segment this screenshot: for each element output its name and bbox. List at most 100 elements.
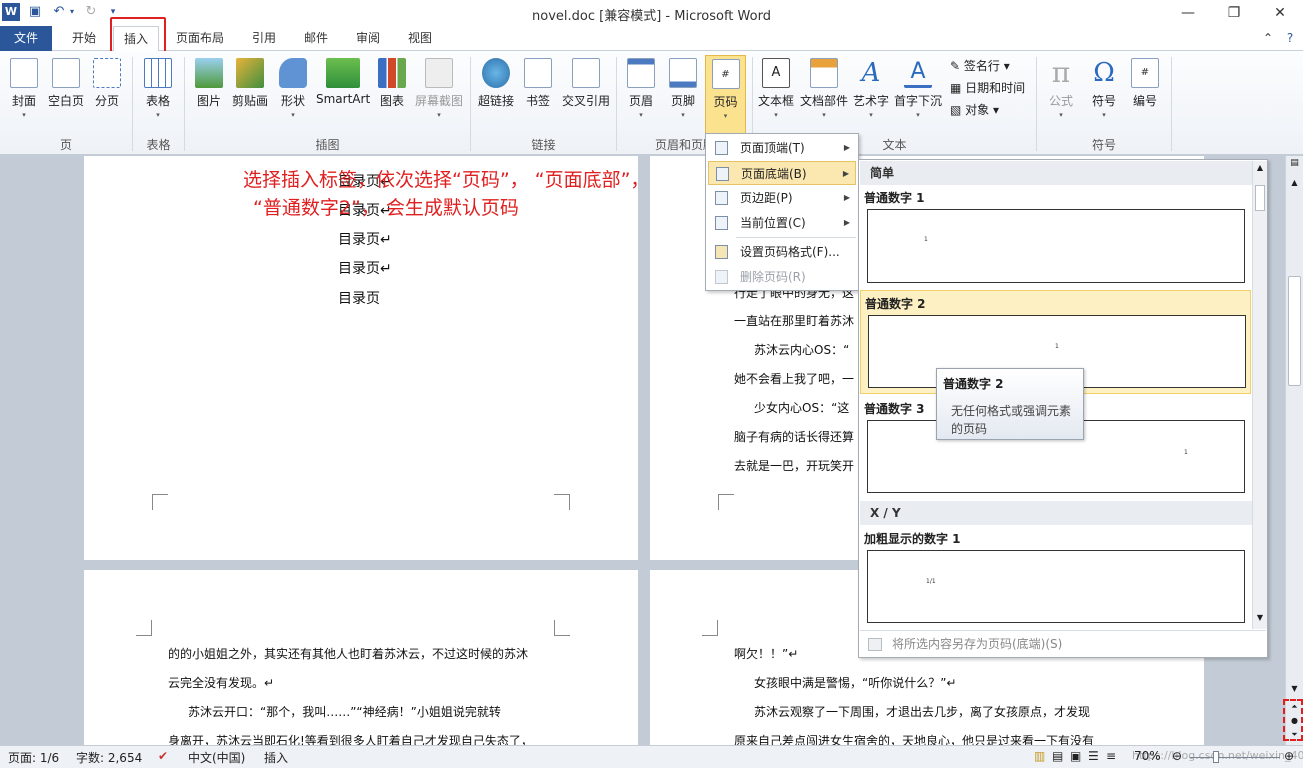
scrollbar-thumb[interactable]: [1288, 276, 1301, 386]
gallery-scrollbar[interactable]: ▲ ▼: [1252, 161, 1267, 629]
language-indicator[interactable]: 中文(中国): [188, 749, 245, 766]
hyperlink-button[interactable]: 超链接: [474, 55, 518, 135]
page-counter[interactable]: 页面: 1/6: [8, 749, 59, 766]
zoom-in-icon[interactable]: ⊕: [1284, 749, 1294, 763]
screenshot-icon: [425, 58, 453, 88]
menu-item-format-page-numbers[interactable]: 设置页码格式(F)...: [708, 240, 856, 264]
tab-mailings[interactable]: 邮件: [292, 26, 340, 51]
cross-reference-button[interactable]: 交叉引用: [558, 55, 614, 135]
smartart-button[interactable]: SmartArt: [316, 55, 370, 135]
ruler-toggle-icon[interactable]: ▤: [1287, 158, 1302, 172]
calendar-icon: ▦: [950, 81, 962, 95]
page-number-button[interactable]: # 页码 ▾: [705, 55, 746, 135]
menu-item-page-margins[interactable]: 页边距(P) ▶: [708, 186, 856, 210]
toc-line: 目录页↵: [338, 261, 392, 277]
annotation-line-1: 选择插入标签，依次选择“页码”， “页面底部”，: [243, 169, 650, 191]
save-to-gallery-icon: [868, 638, 882, 651]
date-time-button[interactable]: ▦ 日期和时间: [950, 79, 1025, 97]
minimize-ribbon-icon[interactable]: ⌃: [1258, 26, 1278, 51]
tab-review[interactable]: 审阅: [344, 26, 392, 51]
zoom-level[interactable]: 70%: [1134, 749, 1161, 763]
scroll-down-icon[interactable]: ▼: [1287, 684, 1302, 698]
footer-icon: [669, 58, 697, 88]
scroll-up-icon[interactable]: ▲: [1254, 163, 1266, 172]
chart-button[interactable]: 图表: [374, 55, 410, 135]
tooltip-body: 无任何格式或强调元素: [951, 404, 1072, 418]
menu-item-top-of-page[interactable]: 页面顶端(T) ▶: [708, 136, 856, 160]
insert-mode-indicator[interactable]: 插入: [264, 749, 288, 766]
header-button[interactable]: 页眉 ▾: [622, 55, 660, 135]
gallery-item-bold-number-1[interactable]: 加粗显示的数字 1 1/1: [860, 526, 1251, 630]
zoom-slider-thumb[interactable]: [1213, 751, 1219, 763]
annotation-text: 选择插入标签，依次选择“页码”， “页面底部”， “普通数字2”， 会生成默认页…: [243, 166, 649, 222]
proofing-icon[interactable]: ✔: [158, 749, 168, 763]
scroll-down-icon[interactable]: ▼: [1254, 613, 1266, 622]
footer-button[interactable]: 页脚 ▾: [664, 55, 702, 135]
equation-button[interactable]: π 公式 ▾: [1042, 55, 1080, 135]
cover-page-button[interactable]: 封面 ▾: [6, 55, 42, 135]
numbering-button[interactable]: # 编号: [1126, 55, 1164, 135]
drop-cap-button[interactable]: A 首字下沉 ▾: [892, 55, 944, 135]
zoom-out-icon[interactable]: ⊖: [1172, 749, 1182, 763]
gallery-item-title: 普通数字 1: [864, 191, 925, 205]
full-screen-view-icon[interactable]: ▤: [1052, 749, 1063, 763]
menu-item-current-position[interactable]: 当前位置(C) ▶: [708, 211, 856, 235]
page-3[interactable]: 的的小姐姐之外，其实还有其他人也盯着苏沐云，不过这时候的苏沐 云完全没有发现。↵…: [84, 570, 638, 745]
smartart-icon: [326, 58, 360, 88]
tab-file[interactable]: 文件: [0, 26, 52, 51]
body-line: 去就是一巴，开玩笑开: [734, 459, 855, 473]
help-icon[interactable]: ?: [1280, 26, 1300, 51]
body-line: 身离开，苏沐云当即石化!等看到很多人盯着自己才发现自己失态了，: [168, 734, 533, 745]
tab-references[interactable]: 引用: [240, 26, 288, 51]
body-line: 女孩眼中满是警惕，“听你说什么？”↵: [754, 676, 957, 690]
blank-page-button[interactable]: 空白页: [44, 55, 88, 135]
table-icon: [144, 58, 172, 88]
group-label-links: 链接: [531, 138, 556, 152]
symbol-button[interactable]: Ω 符号 ▾: [1084, 55, 1124, 135]
tab-view[interactable]: 视图: [396, 26, 444, 51]
body-line: 的的小姐姐之外，其实还有其他人也盯着苏沐云，不过这时候的苏沐: [168, 647, 529, 661]
vertical-scrollbar[interactable]: ▤ ▲ ▼ ⏶ ● ⏷: [1285, 156, 1303, 745]
body-line: 一直站在那里盯着苏沐: [734, 314, 855, 328]
shapes-icon: [279, 58, 307, 88]
menu-item-bottom-of-page[interactable]: 页面底端(B) ▶: [708, 161, 856, 185]
scrollbar-thumb[interactable]: [1255, 185, 1265, 211]
chart-icon: [378, 58, 406, 88]
minimize-button[interactable]: —: [1165, 0, 1211, 26]
shapes-button[interactable]: 形状 ▾: [274, 55, 312, 135]
zoom-slider[interactable]: [1190, 757, 1280, 758]
outline-view-icon[interactable]: ☰: [1088, 749, 1099, 763]
tab-page-layout[interactable]: 页面布局: [166, 26, 234, 51]
page-number-menu: 页面顶端(T) ▶ 页面底端(B) ▶ 页边距(P) ▶ 当前位置(C) ▶ 设置页码格…: [705, 133, 859, 291]
scroll-up-icon[interactable]: ▲: [1287, 178, 1302, 192]
quick-parts-button[interactable]: 文档部件 ▾: [798, 55, 850, 135]
clipart-button[interactable]: 剪贴画: [230, 55, 270, 135]
group-separator: [1171, 57, 1172, 151]
wordart-button[interactable]: A 艺术字 ▾: [852, 55, 890, 135]
page-break-button[interactable]: 分页: [90, 55, 124, 135]
signature-line-button[interactable]: ✎ 签名行 ▾: [950, 57, 1010, 75]
bookmark-button[interactable]: 书签: [522, 55, 554, 135]
gallery-preview: 1: [867, 209, 1245, 283]
print-layout-view-icon[interactable]: ▥: [1034, 749, 1045, 763]
gallery-item-plain-number-1[interactable]: 普通数字 1 1: [860, 185, 1251, 289]
word-counter[interactable]: 字数: 2,654: [76, 749, 142, 766]
submenu-arrow-icon: ▶: [842, 169, 849, 178]
signature-icon: ✎: [950, 59, 961, 73]
close-button[interactable]: ✕: [1257, 0, 1303, 26]
menu-item-remove-page-numbers[interactable]: 删除页码(R): [708, 265, 856, 289]
clipart-icon: [236, 58, 264, 88]
page-top-icon: [715, 141, 728, 155]
table-button[interactable]: 表格 ▾: [140, 55, 176, 135]
web-layout-view-icon[interactable]: ▣: [1070, 749, 1081, 763]
tab-home[interactable]: 开始: [60, 26, 108, 51]
draft-view-icon[interactable]: ≡: [1106, 749, 1116, 763]
textbox-button[interactable]: A 文本框 ▾: [756, 55, 796, 135]
maximize-button[interactable]: ❐: [1211, 0, 1257, 26]
screenshot-button[interactable]: 屏幕截图 ▾: [412, 55, 466, 135]
picture-button[interactable]: 图片: [192, 55, 226, 135]
gallery-section-header: X / Y: [860, 501, 1252, 525]
object-button[interactable]: ▧ 对象 ▾: [950, 101, 999, 119]
page-break-icon: [93, 58, 121, 88]
save-selection-to-gallery[interactable]: 将所选内容另存为页码(底端)(S): [860, 630, 1266, 657]
